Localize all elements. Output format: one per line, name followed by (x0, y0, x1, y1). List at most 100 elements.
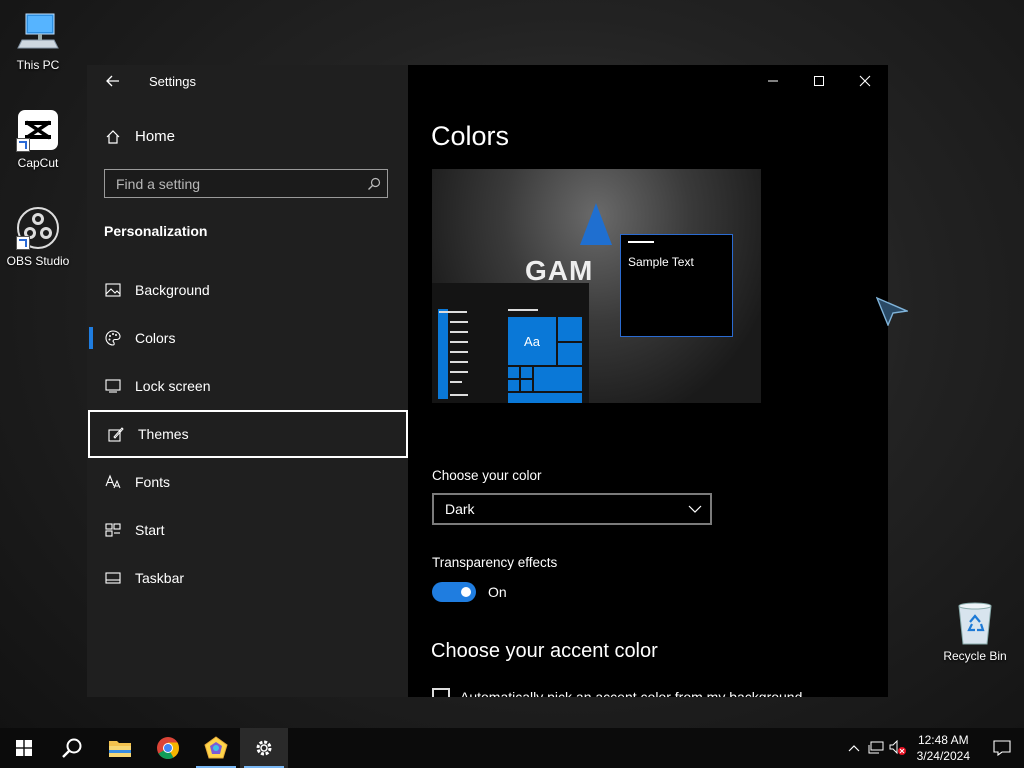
capcut-icon (16, 108, 60, 152)
show-hidden-icons-button[interactable] (843, 728, 865, 768)
settings-sidebar: Settings Home Personalization Bac (87, 65, 408, 697)
home-icon (106, 129, 120, 144)
choose-color-dropdown[interactable]: Dark (432, 493, 712, 525)
nav-item-start[interactable]: Start (87, 506, 408, 554)
chevron-down-icon (688, 505, 702, 513)
clock-date: 3/24/2024 (916, 749, 970, 763)
auto-accent-checkbox[interactable] (432, 688, 450, 697)
preview-tile-large: Aa (508, 317, 556, 365)
minimize-button[interactable] (750, 65, 796, 97)
nav-item-label: Fonts (135, 474, 171, 490)
preview-line (450, 381, 462, 383)
shortcut-arrow-icon (16, 138, 30, 152)
preview-line (450, 394, 468, 396)
start-button[interactable] (0, 728, 48, 768)
nav-item-colors[interactable]: Colors (87, 314, 408, 362)
app-title: Settings (149, 74, 196, 89)
page-title: Colors (431, 121, 510, 151)
preview-accent-bar (438, 309, 448, 399)
preview-tile (558, 343, 582, 365)
window-controls (750, 65, 888, 97)
obs-icon (16, 206, 60, 250)
auto-accent-option[interactable]: Automatically pick an accent color from … (432, 688, 802, 697)
preview-line (450, 341, 468, 343)
preview-tile (558, 317, 582, 341)
desktop-icon-capcut[interactable]: CapCut (0, 108, 76, 170)
desktop-icon-obs-studio[interactable]: OBS Studio (0, 206, 76, 268)
auto-accent-label: Automatically pick an accent color from … (460, 689, 803, 697)
volume-muted-icon (889, 740, 906, 755)
recycle-bin-label: Recycle Bin (943, 649, 1007, 663)
maximize-icon (814, 76, 824, 86)
nav-item-lock-screen[interactable]: Lock screen (87, 362, 408, 410)
choose-color-value: Dark (445, 501, 475, 517)
image-icon (105, 282, 121, 298)
notification-center-button[interactable] (980, 728, 1024, 768)
preview-window: Sample Text (620, 234, 733, 337)
preview-tile (508, 367, 519, 378)
settings-button[interactable] (240, 728, 288, 768)
taskbar-icon (105, 570, 121, 586)
search-input[interactable] (105, 174, 361, 193)
back-button[interactable] (101, 71, 125, 91)
desktop-icon-this-pc[interactable]: This PC (0, 10, 76, 72)
search-icon[interactable] (361, 170, 387, 197)
home-nav-item[interactable]: Home (105, 128, 175, 145)
preview-window-titlebar (628, 241, 654, 243)
accent-color-title: Choose your accent color (431, 640, 658, 662)
nav-item-fonts[interactable]: Fonts (87, 458, 408, 506)
preview-line (450, 351, 468, 353)
nav-item-background[interactable]: Background (87, 266, 408, 314)
preview-sample-text: Sample Text (628, 255, 694, 269)
taskbar: 12:48 AM 3/24/2024 (0, 728, 1024, 768)
back-arrow-icon (106, 75, 119, 87)
transparency-state: On (488, 584, 507, 600)
system-tray: 12:48 AM 3/24/2024 (843, 728, 1024, 768)
chrome-button[interactable] (144, 728, 192, 768)
close-icon (859, 75, 871, 87)
preview-tile (521, 367, 532, 378)
nav-item-label: Background (135, 282, 210, 298)
network-icon (868, 741, 884, 754)
themes-icon (108, 426, 124, 442)
transparency-toggle[interactable] (432, 582, 476, 602)
search-box[interactable] (104, 169, 388, 198)
desktop-icon-label: OBS Studio (6, 254, 70, 268)
nav-item-taskbar[interactable]: Taskbar (87, 554, 408, 602)
preview-line (508, 309, 538, 311)
shortcut-arrow-icon (16, 236, 30, 250)
minimize-icon (768, 80, 778, 82)
network-button[interactable] (865, 728, 887, 768)
lock-screen-icon (105, 378, 121, 394)
nav-item-themes[interactable]: Themes (88, 410, 408, 458)
windows-logo-icon (16, 740, 32, 756)
app-button[interactable] (192, 728, 240, 768)
chrome-icon (157, 737, 179, 759)
volume-button[interactable] (887, 728, 909, 768)
desktop-icon-label: This PC (16, 58, 60, 72)
mouse-cursor-icon (876, 296, 908, 326)
preview-line (439, 311, 467, 313)
preview-line (450, 361, 468, 363)
choose-color-label: Choose your color (432, 468, 542, 483)
recycle-bin-icon (958, 602, 992, 645)
maximize-button[interactable] (796, 65, 842, 97)
notification-icon (993, 740, 1011, 756)
personalization-nav: Background Colors Lock screen Themes Fon… (87, 266, 408, 602)
desktop-icon-recycle-bin[interactable]: Recycle Bin (940, 600, 1010, 663)
desktop-icon-label: CapCut (17, 156, 59, 170)
preview-line (450, 321, 468, 323)
close-button[interactable] (842, 65, 888, 97)
preview-tile-label: Aa (524, 333, 540, 349)
fonts-icon (105, 474, 121, 490)
palette-icon (105, 330, 121, 346)
preview-tile (508, 380, 519, 391)
file-explorer-button[interactable] (96, 728, 144, 768)
nav-item-label: Themes (138, 426, 189, 442)
settings-window: Settings Home Personalization Bac (87, 65, 888, 697)
search-button[interactable] (48, 728, 96, 768)
preview-tile (521, 380, 532, 391)
nav-item-label: Taskbar (135, 570, 185, 586)
search-icon (62, 738, 82, 758)
clock[interactable]: 12:48 AM 3/24/2024 (917, 732, 970, 764)
